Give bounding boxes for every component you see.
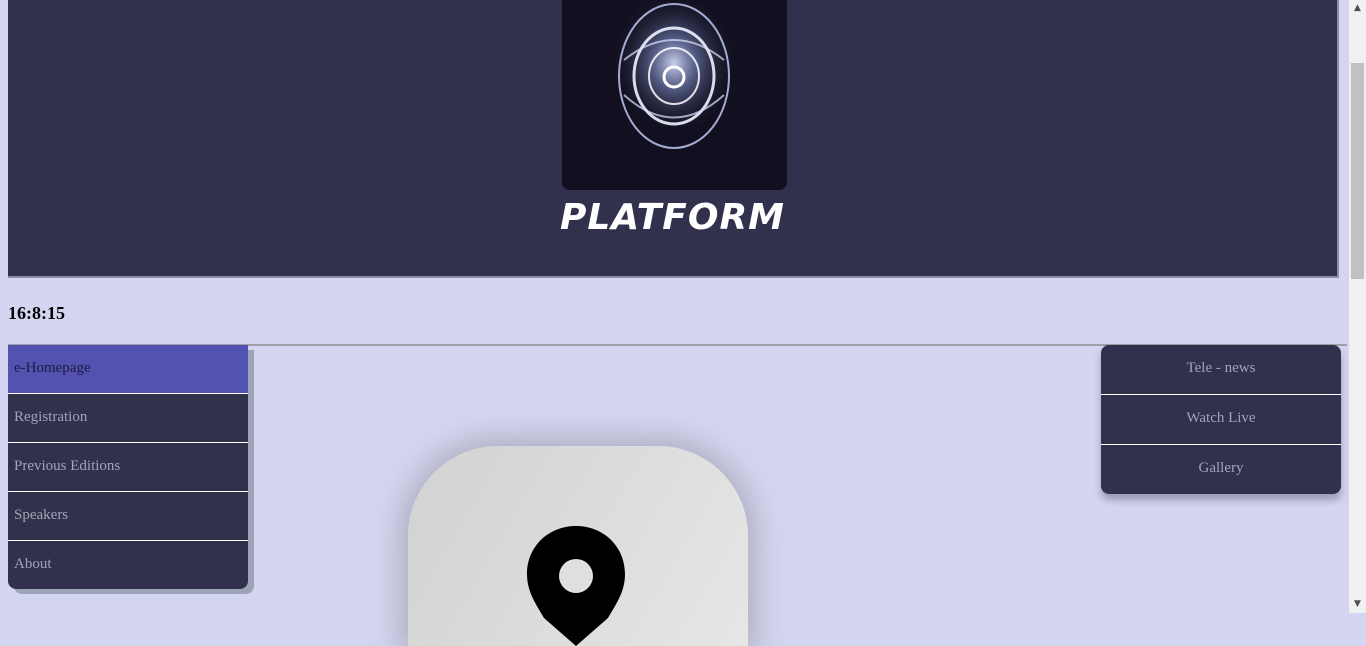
vertical-scrollbar[interactable]: ▲ ▼: [1349, 0, 1366, 613]
map-pin-icon: [527, 526, 625, 646]
map-card[interactable]: [408, 446, 748, 646]
scroll-up-arrow-icon[interactable]: ▲: [1349, 0, 1366, 17]
page-title: PLATFORM: [559, 197, 786, 238]
nav-item-previous-editions[interactable]: Previous Editions: [8, 443, 248, 492]
energy-orb-icon: [562, 0, 787, 190]
right-nav-menu: Tele - news Watch Live Gallery: [1101, 345, 1341, 494]
clock-time: 16:8:15: [8, 303, 65, 323]
nav-item-registration[interactable]: Registration: [8, 394, 248, 443]
scroll-thumb[interactable]: [1351, 63, 1364, 279]
site-header: PLATFORM: [8, 0, 1339, 278]
nav-item-speakers[interactable]: Speakers: [8, 492, 248, 541]
scroll-down-arrow-icon[interactable]: ▼: [1349, 596, 1366, 613]
nav-item-tele-news[interactable]: Tele - news: [1101, 345, 1341, 395]
left-nav-menu: e-Homepage Registration Previous Edition…: [8, 345, 248, 589]
nav-item-watch-live[interactable]: Watch Live: [1101, 395, 1341, 445]
nav-item-e-homepage[interactable]: e-Homepage: [8, 345, 248, 394]
nav-item-about[interactable]: About: [8, 541, 248, 589]
nav-item-gallery[interactable]: Gallery: [1101, 445, 1341, 494]
